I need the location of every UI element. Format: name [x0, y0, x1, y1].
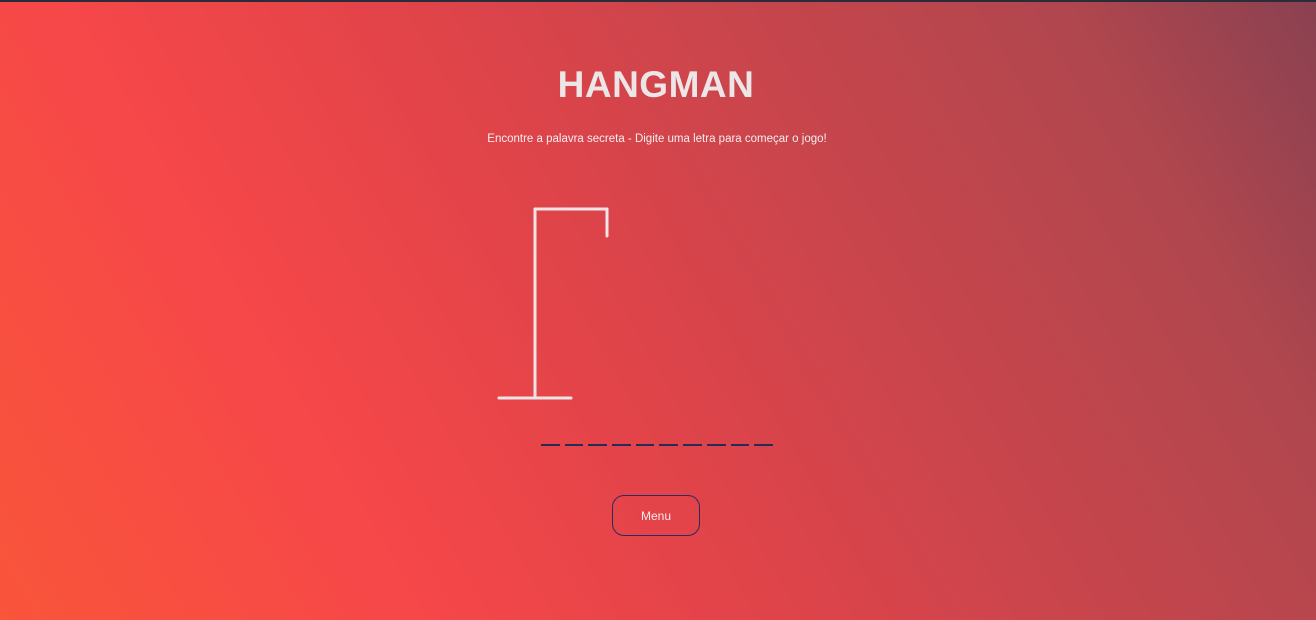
- letter-slot: [754, 444, 773, 446]
- letter-slot: [564, 444, 584, 446]
- letter-slot: [588, 444, 608, 446]
- menu-button[interactable]: Menu: [612, 495, 700, 536]
- letter-slot: [659, 444, 679, 446]
- game-title: HANGMAN: [557, 64, 755, 105]
- secret-word: [541, 444, 773, 448]
- gallows-drawing: [497, 207, 609, 400]
- letter-slot: [612, 444, 631, 446]
- letter-slot: [541, 444, 560, 446]
- letter-slot: [706, 444, 726, 446]
- letter-slot: [635, 444, 655, 446]
- top-border: [0, 0, 1316, 2]
- game-instructions: Encontre a palavra secreta - Digite uma …: [487, 133, 827, 145]
- letter-slot: [683, 444, 702, 446]
- letter-slot: [730, 444, 750, 446]
